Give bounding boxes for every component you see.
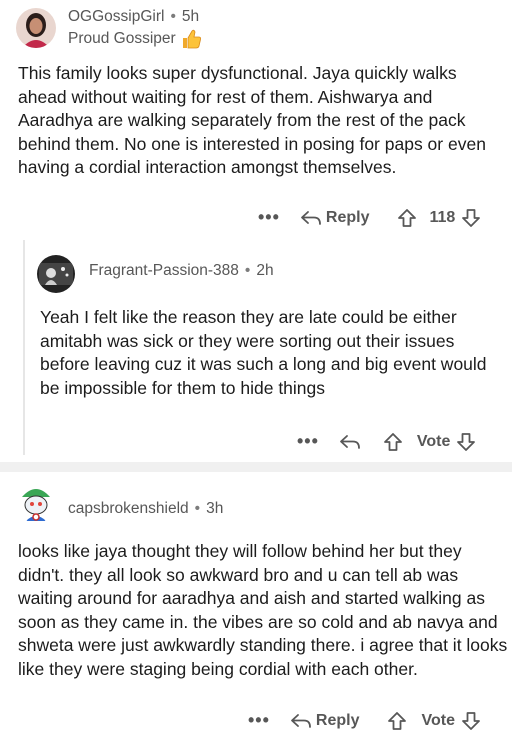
timestamp: 2h <box>256 262 274 279</box>
comment-1: OGGossipGirl • 5h Proud Gossiper This fa… <box>0 0 512 240</box>
timestamp: 3h <box>206 500 224 517</box>
comment-actions: ••• Vote <box>297 431 476 452</box>
reply-arrow-icon <box>339 433 361 451</box>
more-options-button[interactable]: ••• <box>258 207 280 228</box>
separator: • <box>170 8 176 25</box>
thumbs-up-icon <box>180 29 202 49</box>
upvote-icon <box>387 711 407 731</box>
vote-label: Vote <box>421 711 455 729</box>
downvote-button[interactable] <box>461 711 481 731</box>
reply-button[interactable]: Reply <box>290 711 360 730</box>
reply-arrow-icon <box>300 209 322 227</box>
reply-label: Reply <box>325 208 370 226</box>
reply-button[interactable]: Reply <box>300 208 370 227</box>
downvote-icon <box>456 432 476 452</box>
comment-actions: ••• Reply 118 <box>258 207 481 228</box>
username[interactable]: OGGossipGirl <box>68 8 164 26</box>
avatar[interactable] <box>16 8 56 48</box>
comment-header: Fragrant-Passion-388 • 2h <box>37 255 274 293</box>
reply-label: Reply <box>315 711 360 729</box>
downvote-icon <box>461 711 481 731</box>
reply-arrow-icon <box>290 712 312 730</box>
upvote-button[interactable] <box>397 208 417 228</box>
reply-button[interactable] <box>339 433 361 451</box>
comment-2: Fragrant-Passion-388 • 2h Yeah I felt li… <box>0 240 512 460</box>
username[interactable]: Fragrant-Passion-388 <box>89 262 239 280</box>
username[interactable]: capsbrokenshield <box>68 500 189 518</box>
downvote-button[interactable] <box>461 208 481 228</box>
flair-text: Proud Gossiper <box>68 30 176 47</box>
upvote-button[interactable] <box>387 711 407 731</box>
downvote-button[interactable] <box>456 432 476 452</box>
upvote-icon <box>397 208 417 228</box>
thread-divider <box>0 462 512 472</box>
comment-actions: ••• Reply Vote <box>248 710 481 731</box>
user-flair: Proud Gossiper <box>68 29 202 49</box>
vote-label: Vote <box>416 432 451 450</box>
comment-body: Yeah I felt like the reason they are lat… <box>40 307 487 398</box>
upvote-button[interactable] <box>383 432 403 452</box>
comment-body: This family looks super dysfunctional. J… <box>18 63 486 177</box>
downvote-icon <box>461 208 481 228</box>
more-options-button[interactable]: ••• <box>248 710 270 731</box>
comment-3: capsbrokenshield • 3h looks like jaya th… <box>0 472 512 736</box>
comment-header: capsbrokenshield • 3h <box>16 483 223 523</box>
upvote-icon <box>383 432 403 452</box>
avatar[interactable] <box>37 255 75 293</box>
comment-header: OGGossipGirl • 5h Proud Gossiper <box>16 8 202 49</box>
avatar[interactable] <box>16 483 56 523</box>
separator: • <box>244 262 251 279</box>
comment-body: looks like jaya thought they will follow… <box>18 541 508 679</box>
vote-count: 118 <box>429 208 456 226</box>
timestamp: 5h <box>181 8 200 25</box>
more-options-button[interactable]: ••• <box>297 431 319 452</box>
separator: • <box>194 500 201 517</box>
